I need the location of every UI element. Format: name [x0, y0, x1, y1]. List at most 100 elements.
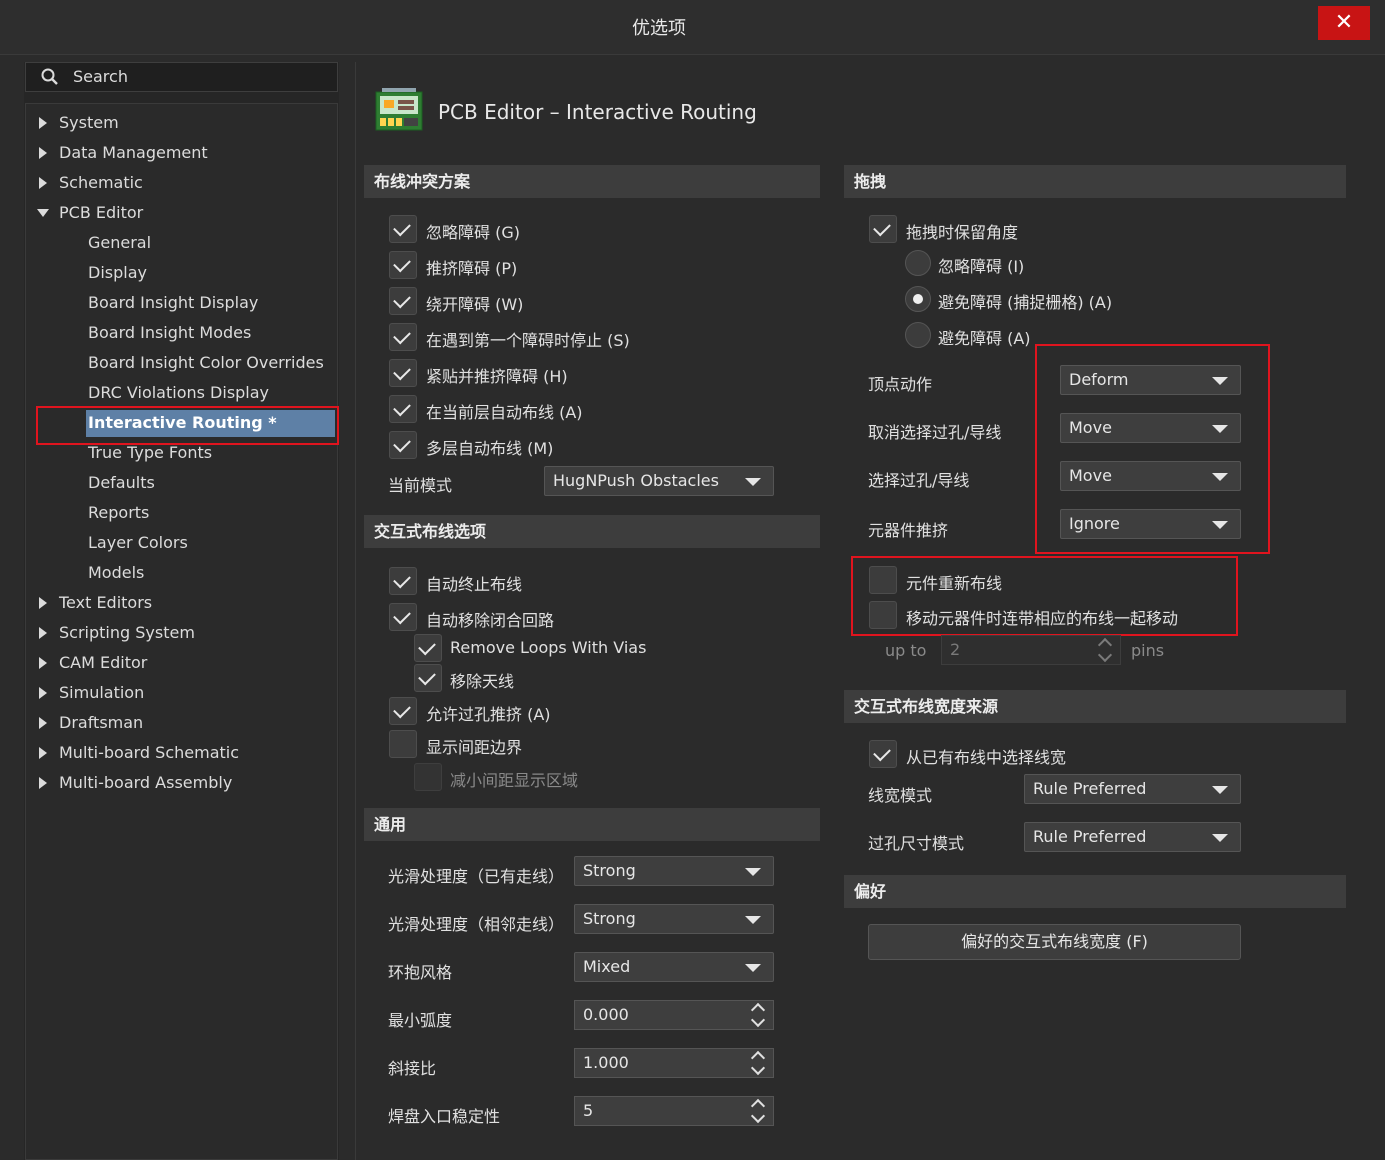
smooth-existing-dropdown[interactable]: Strong	[574, 856, 774, 886]
label-up-to: up to	[885, 641, 927, 660]
checkbox-reduce-clearance-display[interactable]	[414, 763, 442, 791]
checkbox-preserve-angle[interactable]	[869, 215, 897, 243]
close-button[interactable]: ✕	[1318, 6, 1370, 40]
tree-item-drc-violations-display[interactable]: DRC Violations Display	[88, 383, 269, 402]
checkbox-show-clearance-boundaries[interactable]	[389, 730, 417, 758]
expand-icon[interactable]	[39, 117, 47, 129]
expand-icon[interactable]	[39, 147, 47, 159]
via-size-mode-value: Rule Preferred	[1033, 827, 1147, 846]
width-mode-dropdown[interactable]: Rule Preferred	[1024, 774, 1241, 804]
via-size-mode-dropdown[interactable]: Rule Preferred	[1024, 822, 1241, 852]
label-auto-remove-loops: 自动移除闭合回路	[426, 611, 555, 630]
expand-icon[interactable]	[39, 627, 47, 639]
checkbox-autoroute-current-layer[interactable]	[389, 395, 417, 423]
expand-icon[interactable]	[39, 687, 47, 699]
tree-item-multi-board-schematic[interactable]: Multi-board Schematic	[59, 743, 239, 762]
checkbox-pick-width-from-existing[interactable]	[869, 740, 897, 768]
label-vertex-action: 顶点动作	[868, 375, 933, 394]
label-hug-style: 环抱风格	[388, 963, 453, 982]
expand-icon[interactable]	[39, 177, 47, 189]
min-arc-ratio-spinbox[interactable]: 0.000	[574, 1000, 774, 1030]
collapse-icon[interactable]	[37, 209, 49, 217]
radio-avoid-obstacles-snap[interactable]	[905, 286, 931, 312]
tree-item-draftsman[interactable]: Draftsman	[59, 713, 143, 732]
radio-avoid-obstacles[interactable]	[905, 322, 931, 348]
smooth-existing-value: Strong	[583, 861, 636, 880]
spin-down-icon[interactable]	[750, 1060, 766, 1076]
tree-item-defaults[interactable]: Defaults	[88, 473, 155, 492]
checkbox-push-obstacles[interactable]	[389, 251, 417, 279]
smooth-adjacent-dropdown[interactable]: Strong	[574, 904, 774, 934]
pcb-icon	[375, 88, 423, 131]
label-remove-antenna: 移除天线	[450, 672, 515, 691]
tree-item-reports[interactable]: Reports	[88, 503, 149, 522]
current-mode-dropdown[interactable]: HugNPush Obstacles	[544, 466, 774, 496]
checkbox-allow-via-pushing[interactable]	[389, 697, 417, 725]
checkbox-auto-terminate[interactable]	[389, 567, 417, 595]
checkbox-auto-remove-loops[interactable]	[389, 603, 417, 631]
section-dragging: 拖拽	[844, 165, 1346, 198]
tree-item-interactive-routing[interactable]: Interactive Routing *	[88, 413, 277, 432]
expand-icon[interactable]	[39, 597, 47, 609]
search-input[interactable]	[25, 62, 338, 92]
tree-item-general[interactable]: General	[88, 233, 151, 252]
label-pick-width-from-existing: 从已有布线中选择线宽	[906, 748, 1067, 767]
label-radio-avoid-obstacles: 避免障碍 (A)	[938, 329, 1031, 348]
annotation-box-dropdowns	[1035, 344, 1270, 554]
tree-item-board-insight-display[interactable]: Board Insight Display	[88, 293, 258, 312]
radio-ignore-obstacles[interactable]	[905, 250, 931, 276]
expand-icon[interactable]	[39, 657, 47, 669]
label-unselected-via-track: 取消选择过孔/导线	[868, 423, 1002, 442]
spin-down-icon[interactable]	[750, 1012, 766, 1028]
expand-icon[interactable]	[39, 777, 47, 789]
section-favorites: 偏好	[844, 875, 1346, 908]
annotation-box-checkboxes	[851, 556, 1238, 636]
tree-item-models[interactable]: Models	[88, 563, 144, 582]
tree-item-layer-colors[interactable]: Layer Colors	[88, 533, 188, 552]
label-radio-ignore-obstacles: 忽略障碍 (I)	[938, 257, 1025, 276]
tree-item-text-editors[interactable]: Text Editors	[59, 593, 152, 612]
section-general: 通用	[364, 808, 820, 841]
tree-item-board-insight-color-overrides[interactable]: Board Insight Color Overrides	[88, 353, 324, 372]
pad-entry-stability-value: 5	[583, 1101, 594, 1120]
label-hug-and-push: 紧贴并推挤障碍 (H)	[426, 367, 568, 386]
pad-entry-stability-spinbox[interactable]: 5	[574, 1096, 774, 1126]
tree-item-multi-board-assembly[interactable]: Multi-board Assembly	[59, 773, 232, 792]
tree-item-data-management[interactable]: Data Management	[59, 143, 208, 162]
tree-item-schematic[interactable]: Schematic	[59, 173, 143, 192]
expand-icon[interactable]	[39, 717, 47, 729]
tree-item-system[interactable]: System	[59, 113, 119, 132]
tree-item-scripting-system[interactable]: Scripting System	[59, 623, 195, 642]
spin-down-icon[interactable]	[750, 1108, 766, 1124]
checkbox-remove-loops-with-vias[interactable]	[414, 634, 442, 662]
label-selected-via-track: 选择过孔/导线	[868, 471, 970, 490]
tree-item-board-insight-modes[interactable]: Board Insight Modes	[88, 323, 251, 342]
label-width-mode: 线宽模式	[868, 786, 933, 805]
hug-style-value: Mixed	[583, 957, 631, 976]
spin-down-icon[interactable]	[1097, 647, 1113, 663]
chevron-down-icon	[1212, 786, 1228, 794]
tree-item-simulation[interactable]: Simulation	[59, 683, 144, 702]
hug-style-dropdown[interactable]: Mixed	[574, 952, 774, 982]
checkbox-remove-antenna[interactable]	[414, 664, 442, 692]
tree-item-display[interactable]: Display	[88, 263, 147, 282]
checkbox-autoroute-multilayer[interactable]	[389, 431, 417, 459]
checkbox-hug-and-push[interactable]	[389, 359, 417, 387]
tree-item-cam-editor[interactable]: CAM Editor	[59, 653, 147, 672]
favorite-widths-button[interactable]: 偏好的交互式布线宽度 (F)	[868, 924, 1241, 960]
section-conflict-resolution: 布线冲突方案	[364, 165, 820, 198]
checkbox-walkaround-obstacles[interactable]	[389, 287, 417, 315]
label-min-arc-ratio: 最小弧度	[388, 1011, 453, 1030]
smooth-adjacent-value: Strong	[583, 909, 636, 928]
checkbox-stop-at-first-obstacle[interactable]	[389, 323, 417, 351]
tree-item-pcb-editor[interactable]: PCB Editor	[59, 203, 143, 222]
miter-ratio-spinbox[interactable]: 1.000	[574, 1048, 774, 1078]
expand-icon[interactable]	[39, 747, 47, 759]
tree-item-true-type-fonts[interactable]: True Type Fonts	[88, 443, 212, 462]
label-show-clearance-boundaries: 显示间距边界	[426, 738, 523, 757]
miter-ratio-value: 1.000	[583, 1053, 629, 1072]
checkbox-ignore-obstacles[interactable]	[389, 215, 417, 243]
pins-spinbox[interactable]: 2	[941, 635, 1121, 665]
label-radio-avoid-obstacles-snap: 避免障碍 (捕捉栅格) (A)	[938, 293, 1113, 312]
chevron-down-icon	[745, 964, 761, 972]
